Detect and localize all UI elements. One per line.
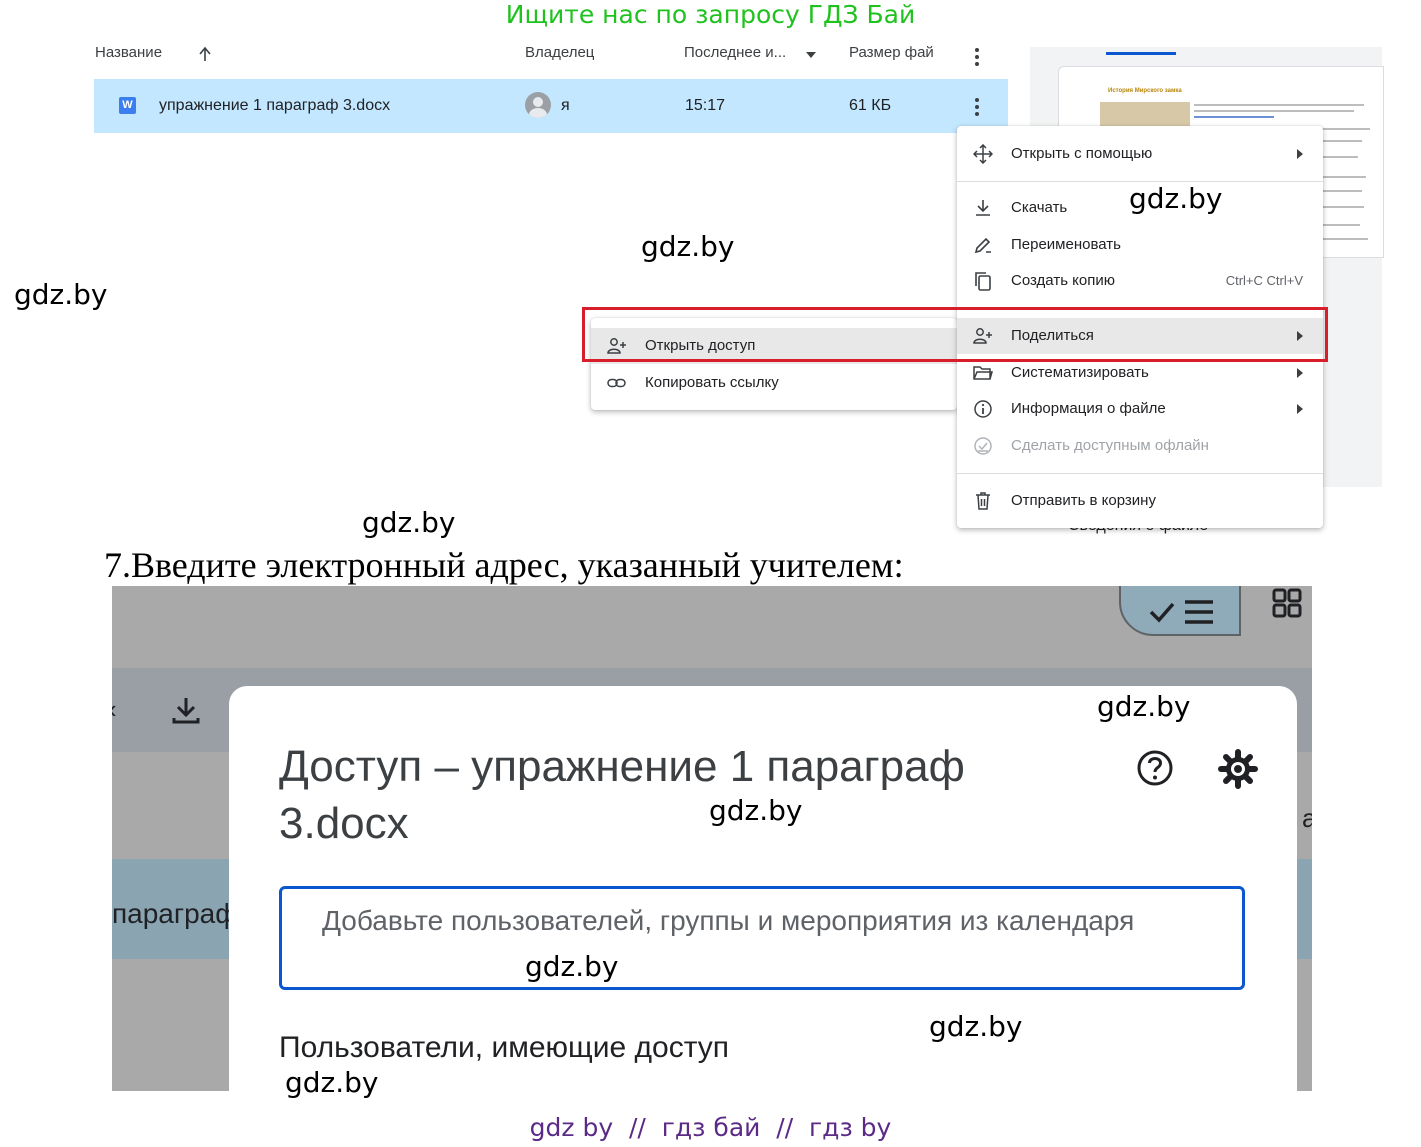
copy-icon bbox=[973, 271, 993, 291]
column-header-owner[interactable]: Владелец bbox=[525, 44, 594, 61]
watermark: gdz.by bbox=[285, 1066, 379, 1099]
preview-tab-indicator bbox=[1106, 52, 1176, 55]
submenu-arrow-icon bbox=[1297, 404, 1303, 414]
open-with-icon bbox=[972, 143, 994, 165]
word-doc-icon: W bbox=[119, 97, 136, 114]
shortcut-label: Ctrl+C Ctrl+V bbox=[1225, 273, 1303, 288]
preview-doc-title: История Мирского замка bbox=[1108, 88, 1182, 94]
edit-icon bbox=[973, 235, 993, 255]
watermark: gdz.by bbox=[1097, 690, 1191, 723]
help-icon[interactable] bbox=[1135, 748, 1175, 788]
folder-open-icon bbox=[973, 363, 993, 383]
people-with-access-heading: Пользователи, имеющие доступ bbox=[279, 1031, 730, 1064]
submenu-arrow-icon bbox=[1297, 149, 1303, 159]
highlight-box bbox=[582, 307, 1328, 362]
file-modified: 15:17 bbox=[685, 97, 726, 114]
add-people-placeholder: Добавьте пользователей, группы и меропри… bbox=[322, 905, 1135, 936]
menu-item-copy-link[interactable]: Копировать ссылку bbox=[591, 365, 957, 401]
menu-item-offline: Сделать доступным офлайн bbox=[957, 428, 1323, 464]
info-icon bbox=[973, 399, 993, 419]
background-row-text: параграф bbox=[112, 898, 239, 929]
promo-banner: Ищите нас по запросу ГДЗ Бай bbox=[505, 0, 916, 29]
file-size: 61 КБ bbox=[849, 97, 892, 114]
download-icon[interactable] bbox=[170, 694, 202, 726]
step-instruction: 7.Введите электронный адрес, указанный у… bbox=[104, 545, 904, 585]
watermark: gdz.by bbox=[641, 230, 735, 263]
grid-view-icon[interactable] bbox=[1272, 588, 1302, 618]
column-header-name[interactable]: Название bbox=[95, 44, 162, 61]
row-more-icon[interactable] bbox=[975, 98, 979, 119]
file-owner: я bbox=[561, 97, 570, 114]
background-right-text: а bbox=[1302, 803, 1312, 833]
column-header-size[interactable]: Размер фай bbox=[849, 44, 944, 61]
column-header-modified[interactable]: Последнее и... bbox=[684, 44, 786, 61]
add-people-input[interactable]: Добавьте пользователей, группы и меропри… bbox=[279, 886, 1245, 990]
watermark: gdz.by bbox=[709, 794, 803, 827]
download-icon bbox=[973, 198, 993, 218]
dialog-title: Доступ – упражнение 1 параграф 3.docx bbox=[279, 742, 965, 848]
watermark: gdz.by bbox=[362, 506, 456, 539]
menu-item-rename[interactable]: Переименовать bbox=[957, 227, 1323, 263]
watermark: gdz.by bbox=[929, 1010, 1023, 1043]
submenu-arrow-icon bbox=[1297, 368, 1303, 378]
menu-item-trash[interactable]: Отправить в корзину bbox=[957, 483, 1323, 519]
preview-photo bbox=[1100, 102, 1190, 128]
sort-ascending-icon[interactable] bbox=[196, 46, 214, 62]
file-name: упражнение 1 параграф 3.docx bbox=[159, 97, 391, 114]
back-arrow-icon[interactable]: ‹ bbox=[112, 694, 117, 725]
menu-item-open-with[interactable]: Открыть с помощью bbox=[957, 136, 1323, 172]
avatar bbox=[525, 92, 551, 118]
link-icon bbox=[607, 373, 627, 393]
menu-item-file-info[interactable]: Информация о файле bbox=[957, 391, 1323, 427]
gear-icon[interactable] bbox=[1217, 748, 1259, 790]
more-vert-icon[interactable] bbox=[975, 48, 979, 69]
share-dialog: Доступ – упражнение 1 параграф 3.docx До… bbox=[229, 686, 1297, 1091]
footer-watermark: gdz by // гдз бай // гдз by bbox=[529, 1113, 892, 1142]
offline-check-icon bbox=[973, 436, 993, 456]
watermark: gdz.by bbox=[14, 278, 108, 311]
trash-icon bbox=[973, 491, 993, 511]
share-dialog-screenshot: параграф а ‹ Доступ – упражнение 1 параг… bbox=[112, 586, 1312, 1091]
watermark: gdz.by bbox=[1129, 182, 1223, 215]
check-list-icon bbox=[1149, 600, 1213, 624]
view-toggle[interactable] bbox=[1119, 586, 1241, 636]
menu-item-make-copy[interactable]: Создать копию Ctrl+C Ctrl+V bbox=[957, 263, 1323, 299]
sort-dropdown-icon[interactable] bbox=[806, 52, 816, 58]
watermark: gdz.by bbox=[525, 950, 619, 983]
table-row[interactable]: W упражнение 1 параграф 3.docx я 15:17 6… bbox=[94, 79, 1008, 133]
